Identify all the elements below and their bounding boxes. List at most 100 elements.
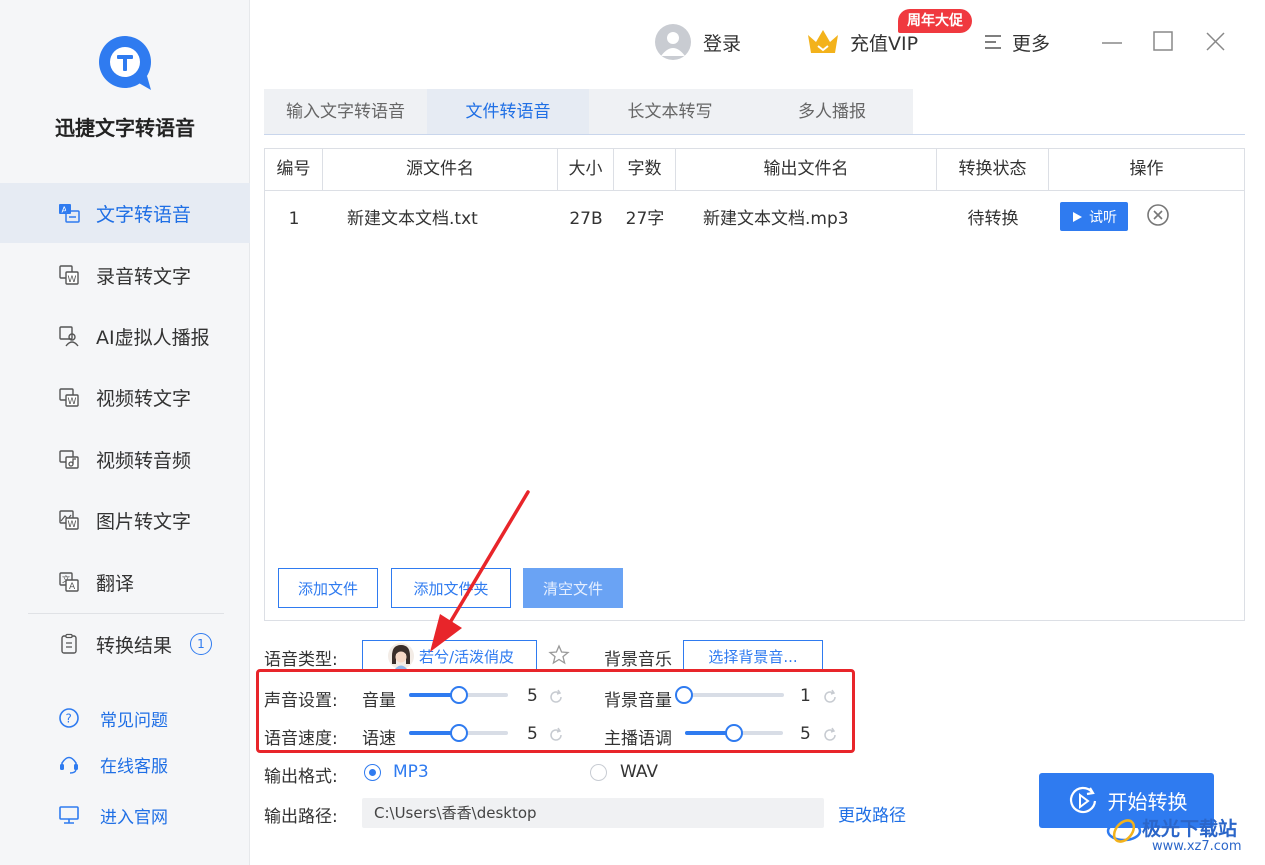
svg-text:?: ? <box>66 712 72 726</box>
sidebar-item-label: 录音转文字 <box>96 265 192 288</box>
file-table: 编号 源文件名 大小 字数 输出文件名 转换状态 操作 1 新建文本文档.txt… <box>264 148 1245 621</box>
video-to-text-icon: W <box>59 388 79 407</box>
output-format-label: 输出格式: <box>264 767 338 787</box>
clipboard-icon <box>61 633 77 654</box>
pitch-value: 5 <box>800 724 811 744</box>
remove-file-icon[interactable] <box>1146 203 1170 227</box>
app-name: 迅捷文字转语音 <box>55 116 195 140</box>
sidebar-item-label: 文字转语音 <box>96 203 192 226</box>
row-source: 新建文本文档.txt <box>347 209 478 229</box>
table-header: 编号 源文件名 大小 字数 输出文件名 转换状态 操作 <box>265 149 1244 191</box>
question-icon: ? <box>59 708 79 728</box>
svg-text:W: W <box>68 275 77 285</box>
volume-label: 音量 <box>362 691 396 711</box>
video-to-audio-icon <box>59 450 79 469</box>
app-logo-icon <box>99 36 151 90</box>
watermark-url: www.xz7.com <box>1152 839 1242 854</box>
reset-volume-icon[interactable] <box>547 688 565 706</box>
row-size: 27B <box>569 209 603 229</box>
maximize-icon[interactable] <box>1149 28 1177 56</box>
reset-pitch-icon[interactable] <box>821 726 839 744</box>
user-avatar-icon <box>655 24 691 60</box>
preview-button[interactable]: 试听 <box>1060 202 1128 231</box>
pitch-slider[interactable] <box>685 724 783 742</box>
slider-knob[interactable] <box>449 724 468 742</box>
bg-volume-slider[interactable] <box>675 686 784 704</box>
more-label: 更多 <box>1012 32 1051 55</box>
annotation-arrow-icon <box>430 490 530 652</box>
reset-bg-volume-icon[interactable] <box>821 688 839 706</box>
voice-type-label: 语音类型: <box>264 650 338 670</box>
link-faq[interactable]: ? 常见问题 <box>0 701 250 735</box>
col-status: 转换状态 <box>937 149 1049 190</box>
app-window: 迅捷文字转语音 A 文字转语音 W 录音转文字 AI虚拟人播报 W 视频转文字 … <box>0 0 1265 865</box>
table-row[interactable]: 1 新建文本文档.txt 27B 27字 新建文本文档.mp3 待转换 试听 <box>265 191 1244 247</box>
login-button[interactable]: 登录 <box>655 24 741 60</box>
sidebar-item-video-to-text[interactable]: W 视频转文字 <box>0 367 250 427</box>
row-output: 新建文本文档.mp3 <box>703 209 849 229</box>
row-index: 1 <box>288 209 300 229</box>
col-source: 源文件名 <box>323 149 558 190</box>
sidebar-item-results[interactable]: 转换结果 1 <box>0 614 250 674</box>
slider-knob[interactable] <box>675 686 693 704</box>
volume-slider[interactable] <box>409 686 508 704</box>
volume-value: 5 <box>527 686 538 706</box>
sidebar-item-label: 翻译 <box>96 572 135 595</box>
link-online-service[interactable]: 在线客服 <box>0 747 250 781</box>
image-to-text-icon: W <box>59 510 79 530</box>
sidebar-item-image-to-text[interactable]: W 图片转文字 <box>0 490 250 550</box>
sidebar-item-video-to-audio[interactable]: 视频转音频 <box>0 429 250 489</box>
audio-to-text-icon: W <box>59 265 79 285</box>
sidebar-item-translate[interactable]: 文 A 翻译 <box>0 552 250 612</box>
speed-slider[interactable] <box>409 724 508 742</box>
col-actions: 操作 <box>1129 159 1164 179</box>
more-menu-button[interactable]: 更多 <box>984 24 1050 60</box>
add-file-button[interactable]: 添加文件 <box>278 568 378 608</box>
slider-knob[interactable] <box>449 686 468 704</box>
tab-file-to-speech[interactable]: 文件转语音 <box>427 89 589 135</box>
hamburger-icon <box>985 35 1001 49</box>
tab-long-text[interactable]: 长文本转写 <box>589 89 751 135</box>
sidebar-item-audio-to-text[interactable]: W 录音转文字 <box>0 245 250 305</box>
text-to-speech-icon: A <box>59 204 80 223</box>
format-mp3-label[interactable]: MP3 <box>393 762 429 782</box>
tab-input-text[interactable]: 输入文字转语音 <box>264 89 427 135</box>
sidebar-item-label: 转换结果 <box>96 634 173 657</box>
crown-icon <box>808 30 838 53</box>
convert-play-icon <box>1069 786 1096 813</box>
tab-multi-speaker[interactable]: 多人播报 <box>751 89 913 135</box>
speed-label: 语速 <box>362 729 396 749</box>
format-wav-label[interactable]: WAV <box>620 762 658 782</box>
col-output: 输出文件名 <box>676 149 937 190</box>
reset-speed-icon[interactable] <box>547 726 565 744</box>
link-official-site[interactable]: 进入官网 <box>0 798 250 832</box>
sidebar-item-ai-avatar[interactable]: AI虚拟人播报 <box>0 306 250 366</box>
close-icon[interactable] <box>1202 28 1230 56</box>
sidebar-item-label: 视频转文字 <box>96 387 192 410</box>
bgm-label: 背景音乐 <box>604 650 672 670</box>
change-path-link[interactable]: 更改路径 <box>838 801 906 826</box>
col-chars: 字数 <box>614 149 676 190</box>
output-path-field[interactable]: C:\Users\香香\desktop <box>362 798 824 828</box>
col-size: 大小 <box>558 149 614 190</box>
minimize-icon[interactable] <box>1098 28 1126 56</box>
slider-track <box>684 693 784 697</box>
format-wav-radio[interactable] <box>590 764 607 781</box>
function-tabs: 输入文字转语音 文件转语音 长文本转写 多人播报 <box>264 89 913 135</box>
favorite-star-icon[interactable] <box>548 644 570 666</box>
sidebar-item-text-to-speech[interactable]: A 文字转语音 <box>0 183 250 243</box>
row-chars: 27字 <box>625 209 665 229</box>
results-count-badge: 1 <box>190 633 212 655</box>
preview-label: 试听 <box>1089 209 1117 226</box>
format-mp3-radio[interactable] <box>364 764 381 781</box>
tab-underline <box>264 134 1245 135</box>
promo-badge: 周年大促 <box>898 9 972 33</box>
row-status: 待转换 <box>967 209 1019 229</box>
link-label: 常见问题 <box>100 710 168 731</box>
sound-settings-label: 声音设置: <box>264 691 338 711</box>
login-label: 登录 <box>703 32 742 55</box>
select-bgm-button[interactable]: 选择背景音... <box>683 640 823 672</box>
svg-text:W: W <box>68 397 77 407</box>
speed-value: 5 <box>527 724 538 744</box>
slider-knob[interactable] <box>725 724 743 742</box>
